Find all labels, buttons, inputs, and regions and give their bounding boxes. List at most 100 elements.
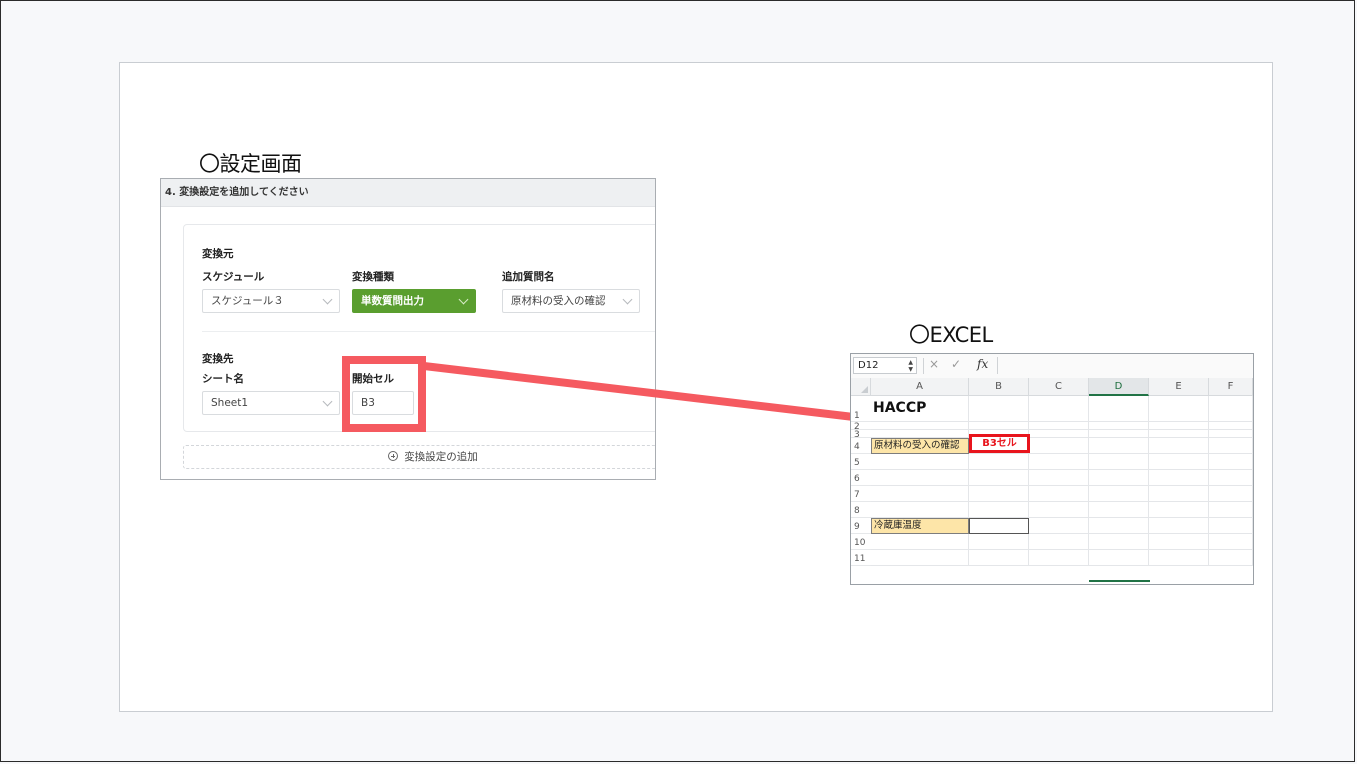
cell-e1[interactable] xyxy=(1149,396,1209,422)
cell-c3[interactable] xyxy=(1029,430,1089,438)
cell-c11[interactable] xyxy=(1029,550,1089,566)
row-header-4[interactable]: 4 xyxy=(851,438,871,454)
question-select[interactable]: 原材料の受入の確認 xyxy=(502,289,640,313)
cell-f9[interactable] xyxy=(1209,518,1253,534)
cell-b8[interactable] xyxy=(969,518,1029,534)
cell-c6[interactable] xyxy=(1029,470,1089,486)
cell-d7[interactable] xyxy=(1089,486,1149,502)
cell-e10[interactable] xyxy=(1149,534,1209,550)
cell-e4[interactable] xyxy=(1149,438,1209,454)
row-header-7[interactable]: 7 xyxy=(851,486,871,502)
cell-c5[interactable] xyxy=(1029,454,1089,470)
cell-a3[interactable]: 原材料の受入の確認 xyxy=(871,438,969,454)
cell-b6[interactable] xyxy=(969,470,1029,486)
cell-c8[interactable] xyxy=(1029,502,1089,518)
cell-d11[interactable] xyxy=(1089,550,1149,566)
column-header-a[interactable]: A xyxy=(871,378,969,396)
column-header-d[interactable]: D xyxy=(1089,378,1149,396)
row-header-1[interactable]: 1 xyxy=(851,396,871,422)
cell-b5[interactable] xyxy=(969,454,1029,470)
name-box[interactable]: D12 ▲ ▼ xyxy=(853,357,917,374)
cancel-icon[interactable]: × xyxy=(929,357,939,371)
cell-f11[interactable] xyxy=(1209,550,1253,566)
cell-f5[interactable] xyxy=(1209,454,1253,470)
spin-arrows-icon: ▲ ▼ xyxy=(908,359,913,373)
question-value: 原材料の受入の確認 xyxy=(511,295,606,307)
chevron-down-icon xyxy=(458,294,469,305)
cell-c10[interactable] xyxy=(1029,534,1089,550)
cell-e9[interactable] xyxy=(1149,518,1209,534)
source-section-label: 変換元 xyxy=(202,248,234,260)
cell-e6[interactable] xyxy=(1149,470,1209,486)
cell-d9[interactable] xyxy=(1089,518,1149,534)
formula-bar: D12 ▲ ▼ × ✓ fx xyxy=(851,354,1253,379)
cell-e11[interactable] xyxy=(1149,550,1209,566)
cell-f3[interactable] xyxy=(1209,430,1253,438)
column-header-c[interactable]: C xyxy=(1029,378,1089,396)
cell-f8[interactable] xyxy=(1209,502,1253,518)
cell-e2[interactable] xyxy=(1149,422,1209,430)
cell-a8[interactable]: 冷蔵庫温度 xyxy=(871,518,969,534)
cell-d4[interactable] xyxy=(1089,438,1149,454)
cell-d10[interactable] xyxy=(1089,534,1149,550)
add-conversion-button[interactable]: 変換設定の追加 xyxy=(183,445,655,469)
cell-f10[interactable] xyxy=(1209,534,1253,550)
sheet-select[interactable]: Sheet1 xyxy=(202,391,340,415)
row-header-3[interactable]: 3 xyxy=(851,430,871,440)
cell-b8[interactable] xyxy=(969,502,1029,518)
cell-a8[interactable] xyxy=(871,502,969,518)
cell-d8[interactable] xyxy=(1089,502,1149,518)
cell-a2[interactable] xyxy=(871,422,969,430)
cell-f4[interactable] xyxy=(1209,438,1253,454)
cell-e5[interactable] xyxy=(1149,454,1209,470)
cell-b10[interactable] xyxy=(969,534,1029,550)
cell-c4[interactable] xyxy=(1029,438,1089,454)
column-header-b[interactable]: B xyxy=(969,378,1029,396)
cell-a11[interactable] xyxy=(871,550,969,566)
cell-c1[interactable] xyxy=(1029,396,1089,422)
confirm-icon[interactable]: ✓ xyxy=(951,357,961,371)
chevron-down-icon xyxy=(622,294,633,305)
cell-e3[interactable] xyxy=(1149,430,1209,438)
row-header-10[interactable]: 10 xyxy=(851,534,871,550)
cell-a7[interactable] xyxy=(871,486,969,502)
cell-d3[interactable] xyxy=(1089,430,1149,438)
cell-b7[interactable] xyxy=(969,486,1029,502)
cell-c2[interactable] xyxy=(1029,422,1089,430)
active-cell-indicator xyxy=(1089,580,1150,584)
cell-b2[interactable] xyxy=(969,422,1029,430)
cell-e8[interactable] xyxy=(1149,502,1209,518)
row-header-9[interactable]: 9 xyxy=(851,518,871,534)
select-all-corner[interactable] xyxy=(851,378,871,396)
cell-a3[interactable] xyxy=(871,430,969,438)
column-header-f[interactable]: F xyxy=(1209,378,1253,396)
cell-f6[interactable] xyxy=(1209,470,1253,486)
cell-d5[interactable] xyxy=(1089,454,1149,470)
schedule-select[interactable]: スケジュール３ xyxy=(202,289,340,313)
fx-icon[interactable]: fx xyxy=(977,357,988,371)
cell-f2[interactable] xyxy=(1209,422,1253,430)
cell-c7[interactable] xyxy=(1029,486,1089,502)
row-header-5[interactable]: 5 xyxy=(851,454,871,470)
cell-f1[interactable] xyxy=(1209,396,1253,422)
formula-input[interactable] xyxy=(997,357,1251,374)
row-header-8[interactable]: 8 xyxy=(851,502,871,518)
row-header-6[interactable]: 6 xyxy=(851,470,871,486)
cell-e7[interactable] xyxy=(1149,486,1209,502)
type-select[interactable]: 単数質問出力 xyxy=(352,289,476,313)
cell-a5[interactable] xyxy=(871,454,969,470)
cell-d2[interactable] xyxy=(1089,422,1149,430)
cell-f7[interactable] xyxy=(1209,486,1253,502)
row-header-11[interactable]: 11 xyxy=(851,550,871,566)
cell-c9[interactable] xyxy=(1029,518,1089,534)
cell-d6[interactable] xyxy=(1089,470,1149,486)
cell-b11[interactable] xyxy=(969,550,1029,566)
plus-circle-icon xyxy=(388,451,399,461)
sheet-title[interactable]: HACCP xyxy=(873,400,926,416)
cell-a10[interactable] xyxy=(871,534,969,550)
row-header-2[interactable]: 2 xyxy=(851,422,871,432)
cell-a6[interactable] xyxy=(871,470,969,486)
cell-d1[interactable] xyxy=(1089,396,1149,422)
cell-b1[interactable] xyxy=(969,396,1029,422)
column-header-e[interactable]: E xyxy=(1149,378,1209,396)
